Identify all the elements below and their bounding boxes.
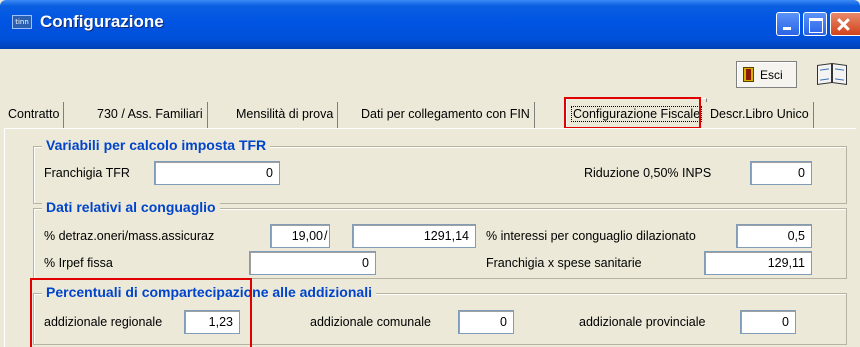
tab-label: 730 / Ass. Familiari [97, 107, 203, 121]
addizionale-provinciale-label: addizionale provinciale [579, 315, 706, 329]
addizionale-comunale-field[interactable]: 0 [458, 310, 514, 334]
group-tfr: Variabili per calcolo imposta TFR Franch… [33, 137, 847, 204]
configurazione-window: tinn Configurazione Esci Contratto 730 /… [0, 0, 860, 347]
maximize-button[interactable] [803, 12, 827, 36]
help-book-icon[interactable] [815, 61, 851, 88]
close-button[interactable] [830, 12, 860, 36]
franchigia-tfr-field[interactable]: 0 [154, 161, 280, 185]
group-title-tfr: Variabili per calcolo imposta TFR [42, 137, 271, 153]
tab-dati-collegamento-fin[interactable]: Dati per collegamento con FIN [357, 102, 535, 128]
title-bar[interactable]: tinn Configurazione [0, 0, 860, 49]
tab-730-ass-familiari[interactable]: 730 / Ass. Familiari [93, 102, 208, 128]
riduzione-inps-label: Riduzione 0,50% INPS [584, 166, 712, 180]
group-addizionali: Percentuali di compartecipazione alle ad… [33, 284, 847, 345]
tab-descr-libro-unico[interactable]: Descr.Libro Unico [706, 102, 814, 128]
addizionale-provinciale-field[interactable]: 0 [740, 310, 796, 334]
tab-label: Mensilità di prova [236, 107, 334, 121]
franchigia-spese-sanitarie-label: Franchigia x spese sanitarie [486, 256, 642, 270]
interessi-conguaglio-field[interactable]: 0,5 [736, 224, 812, 248]
tab-panel-configurazione-fiscale: Variabili per calcolo imposta TFR Franch… [4, 128, 856, 347]
franchigia-spese-sanitarie-field[interactable]: 129,11 [704, 251, 812, 275]
app-logo-icon: tinn [12, 15, 32, 29]
detraz-oneri-label: % detraz.oneri/mass.assicuraz [44, 229, 215, 243]
addizionale-comunale-label: addizionale comunale [310, 315, 431, 329]
tab-label: Configurazione Fiscale [571, 106, 703, 122]
irpef-fissa-field[interactable]: 0 [249, 251, 376, 275]
tab-configurazione-fiscale[interactable]: Configurazione Fiscale [566, 98, 708, 128]
riduzione-inps-field[interactable]: 0 [750, 161, 812, 185]
franchigia-tfr-label: Franchigia TFR [44, 166, 130, 180]
esci-button[interactable]: Esci [736, 61, 797, 88]
interessi-conguaglio-label: % interessi per conguaglio dilazionato [486, 229, 696, 243]
slash-separator: / [324, 229, 328, 243]
tab-mensilita-di-prova[interactable]: Mensilità di prova [232, 102, 339, 128]
minimize-button[interactable] [776, 12, 800, 36]
massimale-assicuraz-field[interactable]: 1291,14 [352, 224, 476, 248]
exit-door-icon [743, 67, 754, 82]
addizionale-regionale-field[interactable]: 1,23 [184, 310, 240, 334]
irpef-fissa-label: % Irpef fissa [44, 256, 113, 270]
addizionale-regionale-label: addizionale regionale [44, 315, 163, 329]
esci-label: Esci [760, 68, 783, 82]
tab-label: Dati per collegamento con FIN [361, 107, 530, 121]
tab-label: Descr.Libro Unico [710, 107, 809, 121]
toolbar [0, 49, 860, 95]
group-conguaglio: Dati relativi al conguaglio % detraz.one… [33, 199, 847, 279]
group-title-addizionali: Percentuali di compartecipazione alle ad… [42, 284, 376, 300]
tab-contratto[interactable]: Contratto [4, 102, 65, 128]
group-title-conguaglio: Dati relativi al conguaglio [42, 199, 220, 215]
tab-label: Contratto [8, 107, 60, 121]
window-title: Configurazione [40, 12, 164, 31]
detraz-oneri-field[interactable]: 19,00 [270, 224, 330, 248]
